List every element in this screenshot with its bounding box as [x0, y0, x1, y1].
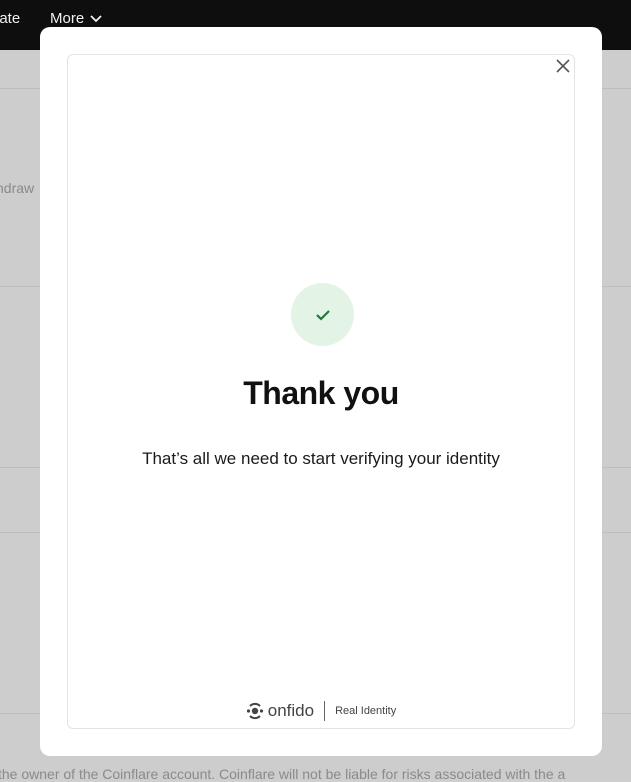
verification-modal: Thank you That’s all we need to start ve… — [40, 27, 602, 756]
brand-name: onfido — [267, 701, 315, 720]
modal-footer: onfido Real Identity — [40, 696, 602, 726]
footer-divider — [324, 701, 326, 721]
close-button[interactable] — [552, 55, 574, 77]
checkmark-icon — [315, 309, 330, 321]
nav-item-late[interactable]: late — [0, 10, 20, 27]
background-side-text: ndraw — [0, 180, 35, 196]
onfido-logo: onfido — [246, 701, 314, 721]
brand-tagline: Real Identity — [335, 705, 397, 717]
modal-subtitle: That’s all we need to start verifying yo… — [142, 449, 500, 468]
success-badge — [291, 283, 354, 346]
modal-title: Thank you — [243, 375, 399, 411]
chevron-down-icon — [90, 14, 102, 22]
close-icon — [556, 59, 570, 73]
nav-item-more[interactable]: More — [50, 10, 102, 27]
nav-more-label: More — [50, 10, 85, 27]
onfido-logo-icon — [246, 702, 263, 720]
